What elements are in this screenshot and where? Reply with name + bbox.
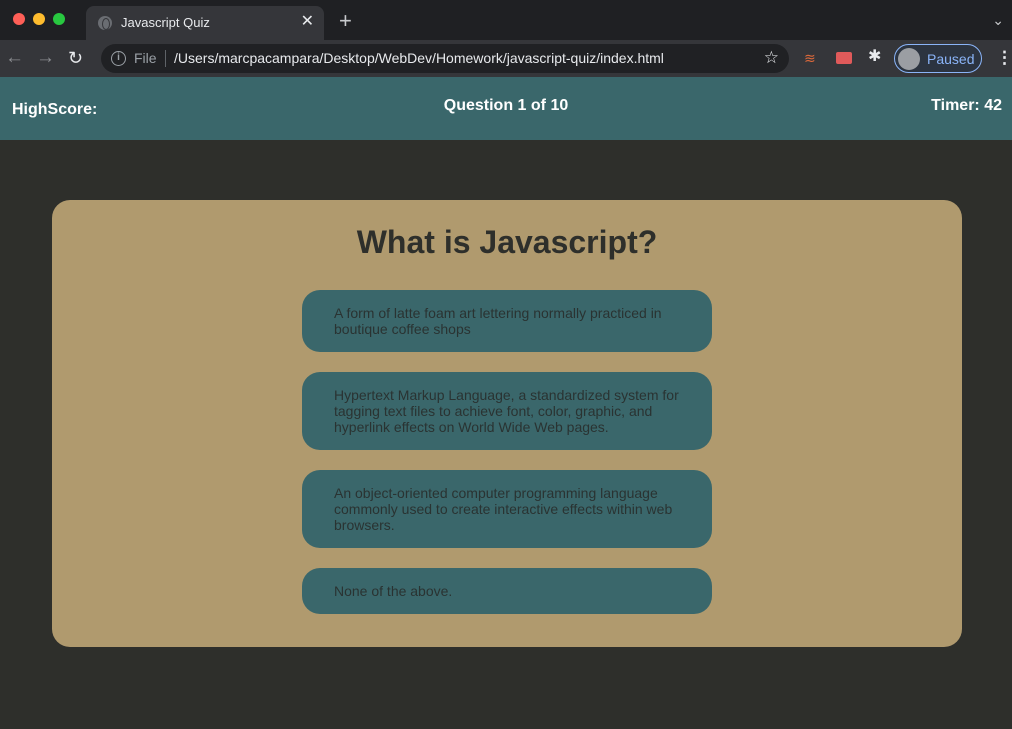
url-text[interactable]: /Users/marcpacampara/Desktop/WebDev/Home… [174,50,664,66]
chevron-down-icon[interactable]: ⌄ [992,12,1004,29]
close-tab-icon[interactable]: ✕ [301,12,314,32]
timer: Timer: 42 [931,97,1002,114]
answer-button[interactable]: An object-oriented computer programming … [302,470,712,548]
avatar [898,48,920,70]
question-count: Question 1 of 10 [443,97,569,114]
reload-button[interactable]: ↻ [68,47,83,69]
new-tab-button[interactable]: + [339,10,352,32]
profile-status: Paused [927,51,975,67]
profile-button[interactable]: Paused [894,44,982,73]
back-button[interactable]: ← [5,47,24,69]
globe-icon [98,16,112,30]
close-window-button[interactable] [13,13,25,25]
address-bar[interactable]: i File /Users/marcpacampara/Desktop/WebD… [101,44,789,73]
extension-record-icon[interactable] [836,52,852,64]
answer-button[interactable]: Hypertext Markup Language, a standardize… [302,372,712,450]
browser-tab[interactable]: Javascript Quiz ✕ [86,6,324,40]
minimize-window-button[interactable] [33,13,45,25]
puzzle-icon[interactable]: ✱ [868,49,881,65]
maximize-window-button[interactable] [53,13,65,25]
browser-toolbar: ← → ↻ i File /Users/marcpacampara/Deskto… [0,40,1012,77]
tab-title: Javascript Quiz [121,15,210,30]
info-icon[interactable]: i [111,51,126,66]
star-icon[interactable]: ☆ [764,48,779,68]
answer-button[interactable]: A form of latte foam art lettering norma… [302,290,712,352]
extension-icon[interactable]: ≋ [804,50,816,66]
question-title: What is Javascript? [356,224,658,260]
browser-tab-bar: Javascript Quiz ✕ + ⌄ [0,0,1012,40]
url-scheme-label: File [134,50,157,66]
menu-icon[interactable]: ⋮ [996,49,1012,66]
answer-button[interactable]: None of the above. [302,568,712,614]
quiz-card: What is Javascript? A form of latte foam… [52,200,962,647]
forward-button[interactable]: → [36,47,55,69]
quiz-header: HighScore: Question 1 of 10 Timer: 42 [0,77,1012,140]
divider [165,50,166,67]
